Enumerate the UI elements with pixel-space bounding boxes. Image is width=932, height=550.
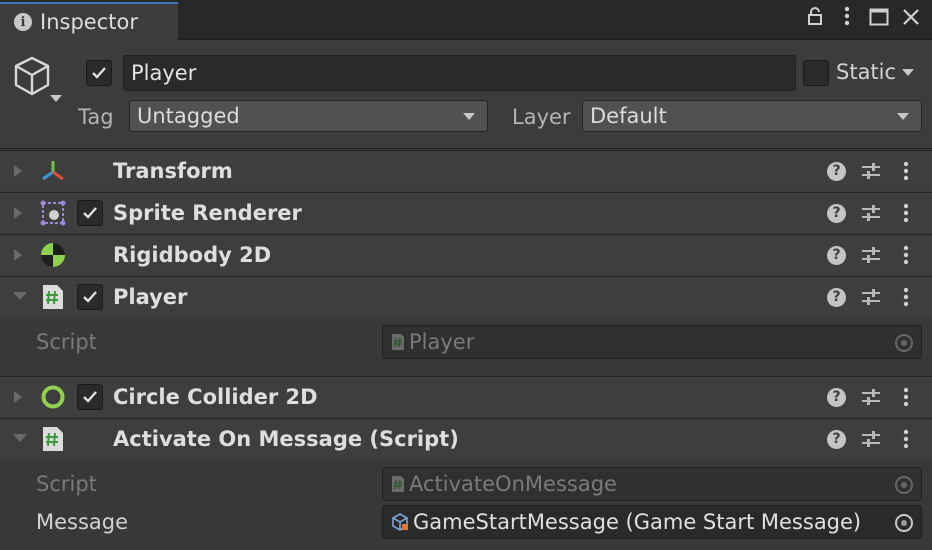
property-label: Script <box>36 472 97 496</box>
foldout-collapsed-icon[interactable] <box>13 249 23 261</box>
tab-actions <box>804 6 922 31</box>
script-icon <box>40 426 66 452</box>
script-object-field: Player <box>382 325 922 359</box>
component-body: Script Player <box>0 318 932 376</box>
component-actions: ? <box>827 161 916 181</box>
component-title: Activate On Message (Script) <box>113 427 459 451</box>
component-actions: ? <box>827 387 916 407</box>
object-picker-icon <box>895 334 913 352</box>
component-actions: ? <box>827 203 916 223</box>
chevron-down-icon <box>463 113 475 120</box>
presets-icon[interactable] <box>861 430 881 448</box>
static-label: Static <box>836 60 897 84</box>
script-icon <box>391 333 405 351</box>
component-title: Rigidbody 2D <box>113 243 272 267</box>
tag-label: Tag <box>78 105 114 129</box>
component-menu-icon[interactable] <box>896 161 916 181</box>
property-label: Message <box>36 510 129 534</box>
tag-dropdown[interactable]: Untagged <box>129 100 488 132</box>
component-menu-icon[interactable] <box>896 429 916 449</box>
close-icon[interactable] <box>900 7 922 31</box>
component-menu-icon[interactable] <box>896 245 916 265</box>
chevron-down-icon <box>902 68 915 76</box>
presets-icon[interactable] <box>861 162 881 180</box>
object-field-value: Player <box>409 330 475 354</box>
component-player-script[interactable]: Player ? <box>0 276 932 317</box>
presets-icon[interactable] <box>861 204 881 222</box>
foldout-expanded-icon[interactable] <box>13 433 27 443</box>
component-circle-collider2d[interactable]: Circle Collider 2D ? <box>0 376 932 417</box>
transform-icon <box>40 158 66 184</box>
gameobject-header: Player Static Tag Untagged Layer Default <box>0 41 932 149</box>
component-enabled-toggle[interactable] <box>77 200 103 226</box>
layer-value: Default <box>590 104 667 128</box>
component-activate-on-message[interactable]: Activate On Message (Script) ? <box>0 418 932 459</box>
component-actions: ? <box>827 287 916 307</box>
inspector-tab[interactable]: i Inspector <box>0 2 178 40</box>
rigidbody2d-icon <box>40 242 66 268</box>
scriptable-object-icon <box>391 513 409 531</box>
foldout-collapsed-icon[interactable] <box>13 391 23 403</box>
component-title: Transform <box>113 159 233 183</box>
icon-dropdown-caret[interactable] <box>50 95 62 102</box>
layer-label: Layer <box>512 105 571 129</box>
script-icon <box>40 284 66 310</box>
object-picker-icon[interactable] <box>895 514 913 532</box>
component-title: Circle Collider 2D <box>113 385 318 409</box>
component-enabled-toggle[interactable] <box>77 284 103 310</box>
message-object-field[interactable]: GameStartMessage (Game Start Message) <box>382 505 922 539</box>
component-menu-icon[interactable] <box>896 203 916 223</box>
help-icon[interactable]: ? <box>827 387 846 407</box>
help-icon[interactable]: ? <box>827 203 846 223</box>
script-icon <box>391 475 405 493</box>
object-field-value: GameStartMessage (Game Start Message) <box>413 510 862 534</box>
foldout-expanded-icon[interactable] <box>13 291 27 301</box>
more-vert-icon[interactable] <box>836 6 858 31</box>
circle-collider-icon <box>40 384 66 410</box>
presets-icon[interactable] <box>861 246 881 264</box>
help-icon[interactable]: ? <box>827 161 846 181</box>
component-actions: ? <box>827 429 916 449</box>
static-dropdown[interactable]: Static <box>836 60 915 84</box>
tab-bar: i Inspector <box>0 0 932 40</box>
component-transform[interactable]: Transform ? <box>0 150 932 191</box>
gameobject-name-field[interactable]: Player <box>123 55 796 91</box>
foldout-collapsed-icon[interactable] <box>13 207 23 219</box>
component-menu-icon[interactable] <box>896 387 916 407</box>
help-icon[interactable]: ? <box>827 287 846 307</box>
chevron-down-icon <box>897 113 909 120</box>
foldout-collapsed-icon[interactable] <box>13 165 23 177</box>
gameobject-cube-icon[interactable] <box>12 55 52 103</box>
info-icon: i <box>14 13 32 31</box>
presets-icon[interactable] <box>861 288 881 306</box>
component-title: Player <box>113 285 188 309</box>
lock-icon[interactable] <box>804 6 826 31</box>
component-rigidbody2d[interactable]: Rigidbody 2D ? <box>0 234 932 275</box>
maximize-icon[interactable] <box>868 7 890 31</box>
script-object-field: ActivateOnMessage <box>382 467 922 501</box>
component-title: Sprite Renderer <box>113 201 302 225</box>
active-toggle[interactable] <box>86 60 112 86</box>
component-sprite-renderer[interactable]: Sprite Renderer ? <box>0 192 932 233</box>
layer-dropdown[interactable]: Default <box>582 100 922 132</box>
help-icon[interactable]: ? <box>827 429 846 449</box>
object-field-value: ActivateOnMessage <box>409 472 617 496</box>
component-enabled-toggle[interactable] <box>77 384 103 410</box>
component-menu-icon[interactable] <box>896 287 916 307</box>
property-label: Script <box>36 330 97 354</box>
tab-title: Inspector <box>40 10 138 34</box>
component-actions: ? <box>827 245 916 265</box>
object-picker-icon <box>895 476 913 494</box>
help-icon[interactable]: ? <box>827 245 846 265</box>
presets-icon[interactable] <box>861 388 881 406</box>
sprite-renderer-icon <box>40 200 66 226</box>
tag-value: Untagged <box>137 104 240 128</box>
static-toggle[interactable] <box>803 60 829 86</box>
component-body: Script ActivateOnMessage Message GameSta… <box>0 460 932 550</box>
